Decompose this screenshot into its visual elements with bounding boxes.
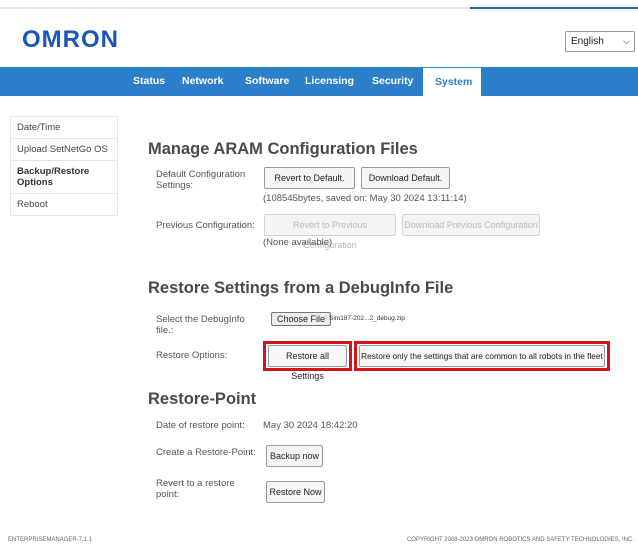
restore-date-label: Date of restore point: <box>156 420 245 431</box>
aram-heading: Manage ARAM Configuration Files <box>148 140 418 158</box>
previous-config-label: Previous Configuration: <box>156 220 255 231</box>
top-accent-line <box>0 0 638 9</box>
sidebar-item-reboot[interactable]: Reboot <box>10 193 118 216</box>
nav-status[interactable]: Status <box>133 67 165 96</box>
choose-file-button[interactable]: Choose File <box>271 312 332 326</box>
debuginfo-heading: Restore Settings from a DebugInfo File <box>148 279 454 297</box>
revert-default-button[interactable]: Revert to Default. <box>264 167 355 189</box>
footer-copyright: COPYRIGHT 2008-2023 OMRON ROBOTICS AND S… <box>406 537 634 543</box>
default-config-label: Default Configuration Settings: <box>156 169 246 191</box>
select-debuginfo-label: Select the DebugInfo file.: <box>156 314 245 336</box>
language-select[interactable]: English ⌵ <box>565 31 635 52</box>
nav-software[interactable]: Software <box>245 67 289 96</box>
top-accent-blue <box>470 7 638 9</box>
restore-common-settings-button[interactable]: Restore only the settings that are commo… <box>359 345 605 367</box>
revert-restore-point-label: Revert to a restore point: <box>156 478 235 500</box>
create-restore-point-label: Create a Restore-Point: <box>156 447 256 458</box>
restore-point-heading: Restore-Point <box>148 390 257 408</box>
omron-logo: omron <box>22 26 119 53</box>
restore-options-label: Restore Options: <box>156 350 228 361</box>
default-config-note: (108545bytes, saved on: May 30 2024 13:1… <box>263 193 467 204</box>
backup-now-button[interactable]: Backup now <box>266 445 323 467</box>
sidebar-item-upload-os[interactable]: Upload SetNetGo OS <box>10 138 118 160</box>
nav-system[interactable]: System <box>423 67 481 96</box>
sidebar: Date/Time Upload SetNetGo OS Backup/Rest… <box>10 116 118 216</box>
revert-previous-button[interactable]: Revert to Previous Configuration <box>264 214 396 250</box>
previous-config-note: (None available) <box>263 237 333 248</box>
nav-network[interactable]: Network <box>182 67 223 96</box>
restore-now-button[interactable]: Restore Now <box>266 481 325 503</box>
restore-all-settings-button[interactable]: Restore all Settings <box>268 345 347 381</box>
chevron-down-icon: ⌵ <box>623 36 630 46</box>
main-navbar: Status Network Software Licensing Securi… <box>0 67 638 96</box>
download-previous-button[interactable]: Download Previous Configuration <box>402 214 540 236</box>
footer-version: ENTERPRISEMANAGER-7.1.1 <box>8 537 93 543</box>
nav-security[interactable]: Security <box>372 67 413 96</box>
sidebar-item-backup-restore[interactable]: Backup/Restore Options <box>10 160 118 193</box>
sidebar-item-date-time[interactable]: Date/Time <box>10 116 118 138</box>
download-default-button[interactable]: Download Default. <box>361 167 450 189</box>
navbar-spacer <box>0 67 118 96</box>
selected-file-name: Sim187-202...2_debug.zip <box>329 315 405 322</box>
nav-licensing[interactable]: Licensing <box>305 67 354 96</box>
restore-date-value: May 30 2024 18:42:20 <box>263 420 358 431</box>
language-selected: English <box>571 36 604 47</box>
